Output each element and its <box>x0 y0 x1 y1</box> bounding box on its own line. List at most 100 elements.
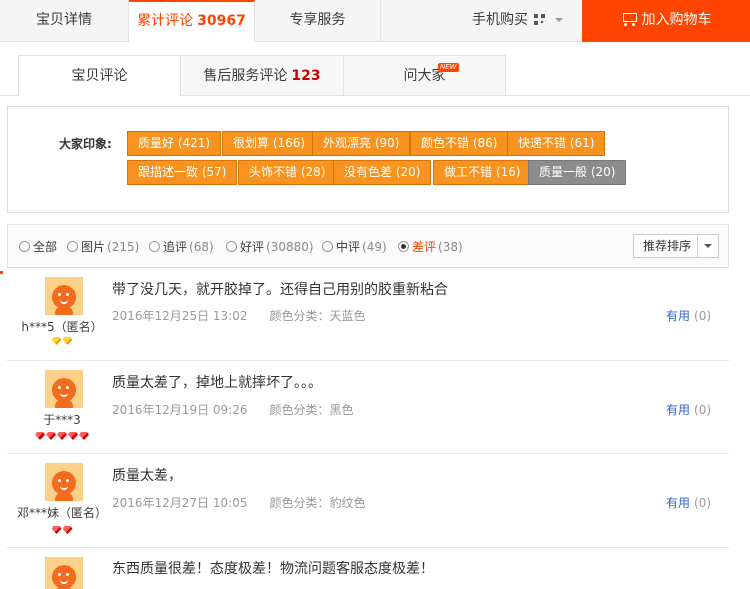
useful-button[interactable]: 有用 (0) <box>666 494 711 511</box>
buyer-level-badge <box>7 526 117 534</box>
useful-link[interactable]: 有用 <box>666 403 690 417</box>
impression-tag[interactable]: 跟描述一致 (57) <box>127 160 238 185</box>
impression-tag[interactable]: 做工不错 (16) <box>433 160 532 185</box>
impression-tag[interactable]: 很划算 (166) <box>222 131 317 156</box>
review-username: 于***3 <box>43 413 81 427</box>
review-date: 2016年12月19日 09:26 <box>112 403 248 417</box>
review-username: 邓***妹（匿名） <box>16 506 107 520</box>
filter-count: (49) <box>362 240 387 254</box>
top-tab-bar: 宝贝详情 累计评论 30967 专享服务 手机购买 加入购物车 <box>0 0 750 43</box>
avatar[interactable] <box>45 557 83 589</box>
divider <box>697 235 698 257</box>
filter-images-radio[interactable]: 图片 (215) <box>67 238 139 255</box>
impression-panel: 大家印象: 质量好 (421) 很划算 (166) 外观漂亮 (90) 颜色不错… <box>7 106 729 213</box>
diamond-icon <box>57 432 67 440</box>
review-date: 2016年12月27日 10:05 <box>112 496 248 510</box>
qr-code-icon <box>534 14 545 25</box>
review-username: h***5（匿名） <box>21 320 103 334</box>
avatar[interactable] <box>45 370 83 408</box>
useful-count: (0) <box>694 309 712 323</box>
diamond-icon <box>46 432 56 440</box>
filter-followup-radio[interactable]: 追评 (68) <box>149 238 214 255</box>
tab-aftersale-label: 售后服务评论 <box>203 68 288 84</box>
diamond-icon <box>35 432 45 440</box>
impression-tag[interactable]: 没有色差 (20) <box>333 160 432 185</box>
useful-button[interactable]: 有用 (0) <box>666 307 711 324</box>
cart-icon <box>621 12 637 26</box>
diamond-icon <box>51 337 62 345</box>
radio-icon <box>322 241 333 252</box>
radio-icon <box>226 241 237 252</box>
sort-label: 推荐排序 <box>643 239 692 253</box>
tab-reviews-label: 累计评论 <box>137 13 194 29</box>
new-badge: NEW <box>438 63 459 72</box>
edge-marker <box>0 271 3 274</box>
buyer-level-badge <box>7 337 117 345</box>
tab-aftersale-reviews[interactable]: 售后服务评论 123 <box>181 55 344 96</box>
useful-count: (0) <box>694 496 712 510</box>
tab-reviews[interactable]: 累计评论 30967 <box>129 0 255 43</box>
filter-positive-radio[interactable]: 好评 (30880) <box>226 238 314 255</box>
filter-label: 差评 <box>412 240 437 254</box>
tab-reviews-count: 30967 <box>197 13 246 29</box>
useful-link[interactable]: 有用 <box>666 496 690 510</box>
filter-all-radio[interactable]: 全部 <box>19 238 57 255</box>
useful-button[interactable]: 有用 (0) <box>666 401 711 418</box>
impression-tag[interactable]: 外观漂亮 (90) <box>312 131 411 156</box>
review-text: 质量太差， <box>112 468 182 484</box>
filter-negative-radio[interactable]: 差评 (38) <box>398 238 463 255</box>
mobile-buy-button[interactable]: 手机购买 <box>472 0 563 42</box>
review-text: 带了没几天，就开胶掉了。还得自己用别的胶重新粘合 <box>112 282 448 298</box>
impression-tag[interactable]: 颜色不错 (86) <box>410 131 509 156</box>
diamond-icon <box>68 432 78 440</box>
impression-tag[interactable]: 快递不错 (61) <box>507 131 606 156</box>
review-date: 2016年12月25日 13:02 <box>112 309 248 323</box>
filter-count: (215) <box>107 240 140 254</box>
filter-count: (68) <box>189 240 214 254</box>
tab-ask-everyone[interactable]: 问大家 NEW <box>344 55 506 96</box>
filter-label: 中评 <box>336 240 361 254</box>
useful-link[interactable]: 有用 <box>666 309 690 323</box>
mobile-buy-label: 手机购买 <box>472 12 528 28</box>
impression-tag[interactable]: 质量好 (421) <box>127 131 222 156</box>
filter-neutral-radio[interactable]: 中评 (49) <box>322 238 387 255</box>
review-meta: 2016年12月25日 13:02 颜色分类：天蓝色 <box>112 307 366 324</box>
add-to-cart-button[interactable]: 加入购物车 <box>582 0 750 42</box>
filter-label: 全部 <box>33 240 58 254</box>
chevron-down-icon <box>704 244 712 248</box>
review-sub-tabs: 宝贝评论 售后服务评论 123 问大家 NEW <box>0 55 750 97</box>
filter-label: 追评 <box>163 240 188 254</box>
review-filter-bar: 全部 图片 (215) 追评 (68) 好评 (30880) 中评 (49) 差评 (38… <box>7 224 729 268</box>
diamond-icon <box>62 337 73 345</box>
review-text: 质量太差了，掉地上就摔坏了。。。 <box>112 375 322 391</box>
tab-item-detail[interactable]: 宝贝详情 <box>0 0 129 42</box>
avatar[interactable] <box>45 277 83 315</box>
filter-label: 图片 <box>81 240 106 254</box>
filter-count: (30880) <box>266 240 314 254</box>
review-text: 东西质量很差！态度极差！物流问题客服态度极差！ <box>112 561 434 577</box>
add-to-cart-label: 加入购物车 <box>641 12 712 28</box>
diamond-icon <box>62 526 73 534</box>
review-meta: 2016年12月19日 09:26 颜色分类：黑色 <box>112 401 354 418</box>
review-item: 东西质量很差！态度极差！物流问题客服态度极差！ <box>7 548 729 589</box>
sort-dropdown[interactable]: 推荐排序 <box>633 234 719 258</box>
review-sku: 颜色分类：天蓝色 <box>269 309 366 323</box>
diamond-icon <box>79 432 89 440</box>
impression-tag[interactable]: 头饰不错 (28) <box>238 160 337 185</box>
tab-service[interactable]: 专享服务 <box>255 0 381 42</box>
filter-count: (38) <box>438 240 463 254</box>
review-sku: 颜色分类：黑色 <box>269 403 354 417</box>
review-item: 邓***妹（匿名） 质量太差， 2016年12月27日 10:05 颜色分类：豹纹… <box>7 454 729 548</box>
review-sku: 颜色分类：豹纹色 <box>269 496 366 510</box>
review-meta: 2016年12月27日 10:05 颜色分类：豹纹色 <box>112 494 366 511</box>
avatar[interactable] <box>45 463 83 501</box>
radio-icon <box>67 241 78 252</box>
review-item: h***5（匿名） 带了没几天，就开胶掉了。还得自己用别的胶重新粘合 2016年… <box>7 268 729 361</box>
radio-icon <box>19 241 30 252</box>
filter-label: 好评 <box>240 240 265 254</box>
tab-item-reviews[interactable]: 宝贝评论 <box>18 55 181 97</box>
impression-tag-selected[interactable]: 质量一般 (20) <box>528 160 627 185</box>
buyer-level-badge <box>7 432 117 440</box>
tab-aftersale-count: 123 <box>291 68 321 84</box>
chevron-down-icon <box>555 18 563 22</box>
